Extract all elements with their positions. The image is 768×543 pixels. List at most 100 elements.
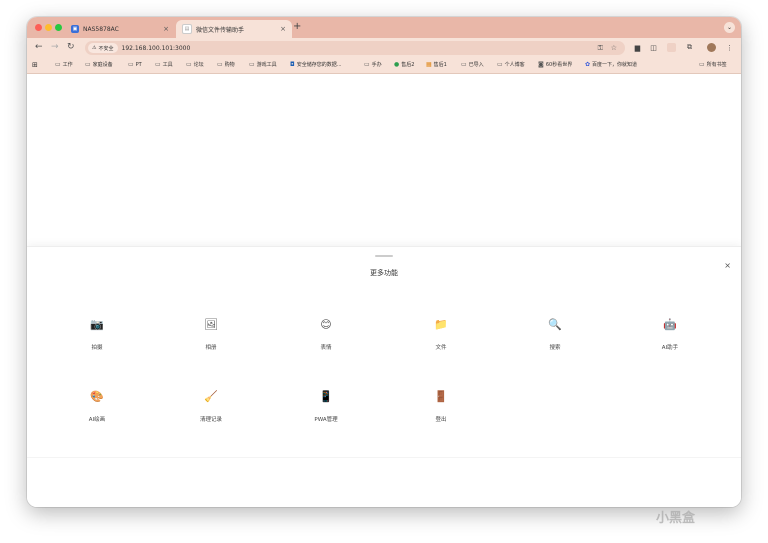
bookmark-folder[interactable]: ▭ 工作 (55, 61, 73, 68)
security-label: 不安全 (98, 45, 114, 52)
close-window-button[interactable] (35, 24, 42, 31)
bookmark-link[interactable]: ◘ 安全储存您的数据... (290, 61, 342, 68)
bookmark-folder[interactable]: ▭ 手办 (364, 61, 382, 68)
function-file[interactable]: 📁 文件 (411, 317, 471, 351)
function-label: AI助手 (661, 345, 679, 351)
bookmark-label: 家庭设备 (92, 62, 113, 68)
function-label: 表情 (320, 345, 332, 351)
door-icon: 🚪 (434, 390, 448, 403)
folder-icon: ▭ (364, 61, 370, 68)
bookmark-folder[interactable]: ▭ 个人博客 (497, 61, 525, 68)
bookmark-label: 购物 (224, 62, 235, 68)
security-site-icon: ◘ (290, 61, 295, 68)
forward-button[interactable]: → (51, 42, 59, 52)
bookmark-folder[interactable]: ▭ 工具 (155, 61, 173, 68)
url-text[interactable]: 192.168.100.101:3000 (122, 45, 191, 52)
photo-album-icon: 🖼 (204, 318, 218, 331)
function-ai-assistant[interactable]: 🤖 AI助手 (640, 317, 700, 351)
bookmark-folder[interactable]: ▭ 已导入 (461, 61, 484, 68)
bookmark-label: 60秒看世界 (545, 62, 573, 68)
camera-icon: 📷 (90, 318, 104, 331)
page-footer-area (27, 457, 741, 507)
bookmark-link[interactable]: ◙ 60秒看世界 (538, 61, 572, 68)
profile-avatar[interactable] (707, 43, 716, 52)
baidu-paw-icon: ✿ (585, 61, 591, 68)
security-indicator[interactable]: ⚠ 不安全 (88, 43, 118, 53)
bookmark-folder[interactable]: ▭ 家庭设备 (85, 61, 113, 68)
function-search[interactable]: 🔍 搜索 (525, 317, 585, 351)
password-key-icon[interactable]: ⚿ (598, 44, 603, 53)
folder-icon: ▭ (55, 61, 61, 68)
palette-icon: 🎨 (90, 390, 104, 403)
folder-icon: ▭ (155, 61, 161, 68)
emoji-icon: 😊 (320, 318, 332, 331)
bookmark-label: 售后1 (433, 62, 447, 68)
function-label: PWA管理 (314, 417, 338, 423)
function-ai-painting[interactable]: 🎨 AI绘画 (67, 389, 127, 423)
page-backdrop[interactable] (27, 74, 741, 246)
ai-assistant-icon: 🤖 (663, 318, 677, 331)
tab-wechat-file-transfer[interactable]: ▤ 微信文件传输助手 × (176, 20, 292, 38)
folder-icon: ▭ (497, 61, 503, 68)
extension-blank-icon[interactable] (667, 43, 676, 52)
function-photo-album[interactable]: 🖼 相册 (181, 317, 241, 351)
folder-icon: ▭ (85, 61, 91, 68)
tab-title: NAS5878AC (83, 25, 119, 33)
folder-icon: ▭ (249, 61, 255, 68)
bookmark-label: 所有书签 (706, 62, 727, 68)
new-tab-button[interactable]: + (293, 21, 301, 32)
maximize-window-button[interactable] (55, 24, 62, 31)
browser-menu-icon[interactable]: ⋮ (725, 43, 734, 52)
bookmark-folder[interactable]: ▭ PT (128, 61, 142, 68)
reload-button[interactable]: ↻ (67, 42, 75, 52)
function-label: 拍摄 (91, 345, 103, 351)
bookmark-link[interactable]: ● 售后2 (394, 61, 414, 68)
folder-icon: ▭ (217, 61, 223, 68)
site-globe-icon: ● (394, 61, 400, 68)
extension-cast-icon[interactable]: ◫ (649, 43, 658, 52)
bookmark-label: 已导入 (468, 62, 484, 68)
bookmark-star-icon[interactable]: ☆ (611, 44, 617, 52)
minimize-window-button[interactable] (45, 24, 52, 31)
tab-search-button[interactable]: ⌄ (724, 22, 735, 33)
folder-icon: ▭ (699, 61, 705, 68)
function-emoji[interactable]: 😊 表情 (296, 317, 356, 351)
warning-icon: ⚠ (92, 45, 97, 51)
apps-grid-icon[interactable]: ⊞ (32, 61, 38, 69)
extension-store-icon[interactable]: ▆ (633, 43, 642, 52)
function-camera[interactable]: 📷 拍摄 (67, 317, 127, 351)
bookmark-link[interactable]: ▦ 售后1 (426, 61, 447, 68)
function-pwa-manage[interactable]: 📱 PWA管理 (296, 389, 356, 423)
tab-title: 微信文件传输助手 (196, 26, 245, 34)
tab-close-icon[interactable]: × (163, 25, 169, 33)
sheet-close-icon[interactable]: × (724, 261, 731, 270)
extensions-puzzle-icon[interactable]: ⧉ (685, 43, 694, 52)
function-logout[interactable]: 🚪 登出 (411, 389, 471, 423)
function-label: 登出 (435, 417, 447, 423)
bookmark-label: 游戏工具 (256, 62, 277, 68)
bookmark-label: 工作 (62, 62, 73, 68)
tab-nas[interactable]: ▣ NAS5878AC × (65, 20, 175, 38)
all-bookmarks-folder[interactable]: ▭ 所有书签 (699, 61, 727, 68)
tab-close-icon[interactable]: × (280, 25, 286, 33)
function-label: 相册 (205, 345, 217, 351)
nas-favicon-icon: ▣ (71, 25, 79, 33)
function-clear-history[interactable]: 🧹 清理记录 (181, 389, 241, 423)
bookmark-folder[interactable]: ▭ 游戏工具 (249, 61, 277, 68)
bookmarks-bar: ⊞ ▭ 工作 ▭ 家庭设备 ▭ PT ▭ 工具 ▭ 论坛 ▭ 购物 ▭ 游戏工具 ◘ 安全储存您… (27, 58, 741, 74)
sheet-drag-handle[interactable] (375, 255, 393, 257)
page-favicon-icon: ▤ (182, 24, 192, 34)
watermark: 小黑盒 (656, 511, 696, 526)
bookmark-label: PT (135, 61, 142, 68)
bookmark-link[interactable]: ✿ 百度一下，你就知道 (585, 61, 637, 68)
bookmark-folder[interactable]: ▭ 购物 (217, 61, 235, 68)
function-label: 文件 (435, 345, 447, 351)
folder-icon: ▭ (461, 61, 467, 68)
file-folder-icon: 📁 (434, 318, 448, 331)
back-button[interactable]: ← (35, 42, 43, 52)
bookmark-folder[interactable]: ▭ 论坛 (186, 61, 204, 68)
address-bar[interactable]: ⚠ 不安全 192.168.100.101:3000 ⚿ ☆ (85, 41, 625, 55)
broom-icon: 🧹 (204, 390, 218, 403)
site-page-icon: ◙ (538, 61, 544, 68)
folder-icon: ▭ (186, 61, 192, 68)
